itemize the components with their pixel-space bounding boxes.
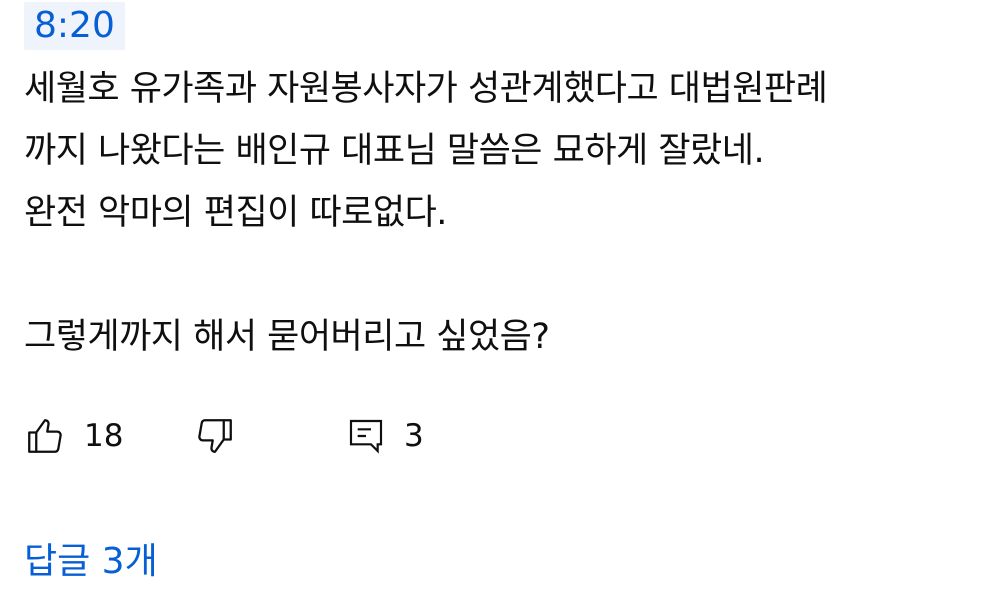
- comment-text: 세월호 유가족과 자원봉사자가 성관계했다고 대법원판례 까지 나왔다는 배인규…: [24, 69, 828, 357]
- comment: 8:20 세월호 유가족과 자원봉사자가 성관계했다고 대법원판례 까지 나왔다…: [0, 0, 1004, 611]
- dislike-button[interactable]: [194, 410, 236, 462]
- like-count: 18: [84, 418, 124, 454]
- reply-button[interactable]: 3: [346, 410, 424, 462]
- timestamp-link[interactable]: 8:20: [24, 2, 125, 50]
- view-replies-button[interactable]: 답글 3개: [24, 534, 158, 590]
- comment-actions: 18 3: [24, 410, 624, 462]
- comment-icon: [346, 415, 386, 457]
- like-button[interactable]: 18: [24, 410, 123, 462]
- thumbs-down-icon: [194, 415, 236, 457]
- thumbs-up-icon: [24, 415, 66, 457]
- reply-count: 3: [404, 418, 424, 454]
